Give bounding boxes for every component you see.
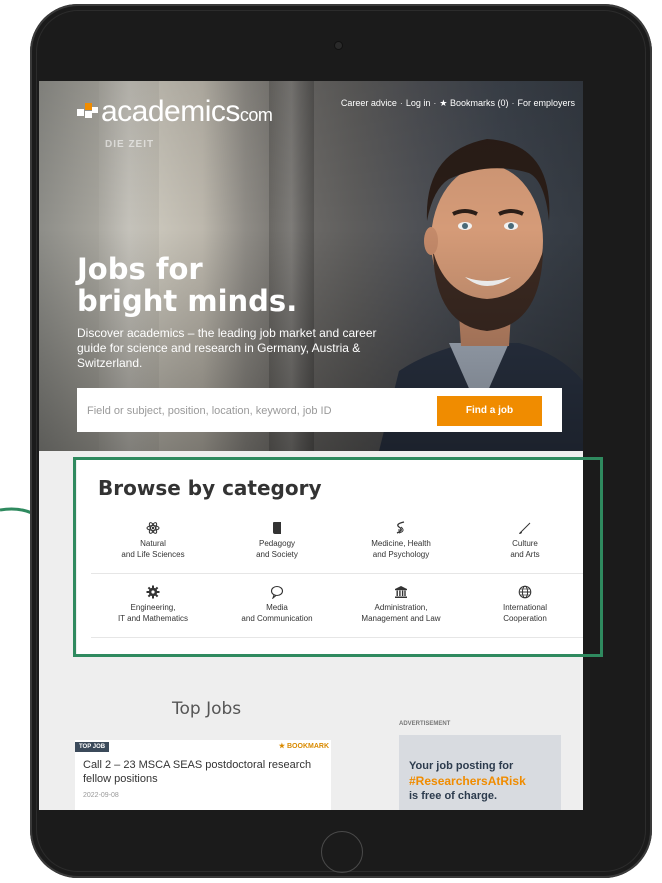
bookmark-button[interactable]: ★ BOOKMARK — [279, 742, 329, 750]
job-card[interactable]: TOP JOB ★ BOOKMARK Call 2 – 23 MSCA SEAS… — [75, 740, 331, 810]
logo-text: academicscom — [101, 95, 273, 128]
logo-subtitle: DIE ZEIT — [105, 139, 155, 150]
advertisement-banner[interactable]: Your job posting for #ResearchersAtRisk … — [399, 735, 561, 810]
logo-mark-icon — [77, 103, 98, 118]
screen: academicscom DIE ZEIT Career advice · Log … — [39, 81, 583, 810]
top-jobs-heading: Top Jobs — [172, 699, 242, 719]
job-date: 2022-09-08 — [83, 792, 119, 799]
nav-for-employers[interactable]: For employers — [517, 98, 575, 108]
search-bar: Find a job — [77, 388, 562, 432]
advertisement-label: ADVERTISEMENT — [399, 721, 451, 727]
search-input[interactable] — [85, 400, 449, 422]
home-button[interactable] — [321, 831, 363, 873]
job-title[interactable]: Call 2 – 23 MSCA SEAS postdoctoral resea… — [83, 758, 323, 786]
top-navigation: Career advice · Log in · ★ Bookmarks (0) · For… — [340, 98, 575, 108]
hero-banner: academicscom DIE ZEIT Career advice · Log … — [39, 81, 583, 451]
hero-title-line: Jobs for — [77, 252, 203, 286]
nav-career-advice[interactable]: Career advice — [341, 98, 397, 108]
nav-log-in[interactable]: Log in — [406, 98, 431, 108]
ad-line: is free of charge. — [409, 790, 498, 802]
advertisement-text: Your job posting for #ResearchersAtRisk … — [409, 759, 559, 804]
nav-bookmarks[interactable]: ★ Bookmarks (0) — [439, 98, 508, 108]
camera-icon — [335, 42, 342, 49]
category-highlight-box — [73, 457, 603, 657]
ad-hashtag: #ResearchersAtRisk — [409, 774, 526, 788]
hero-title-line: bright minds. — [77, 284, 298, 318]
top-job-badge: TOP JOB — [75, 742, 110, 752]
ad-line: Your job posting for — [409, 760, 514, 772]
hero-subtitle: Discover academics – the leading job mar… — [77, 326, 377, 370]
find-job-button[interactable]: Find a job — [437, 396, 542, 426]
hero-title: Jobs for bright minds. — [77, 253, 377, 317]
